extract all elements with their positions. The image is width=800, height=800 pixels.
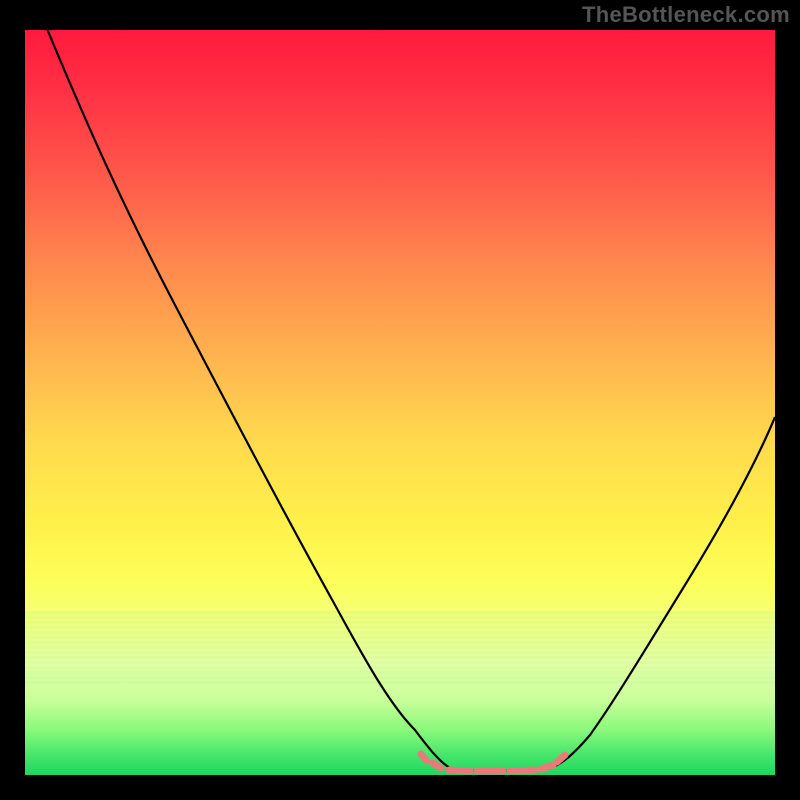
valley-dot <box>449 770 470 771</box>
curve-svg <box>25 30 775 775</box>
plot-area <box>25 30 775 775</box>
valley-dot <box>541 765 553 769</box>
bottleneck-curve <box>48 30 776 771</box>
chart-container: TheBottleneck.com <box>0 0 800 800</box>
valley-dot <box>433 763 441 768</box>
watermark-text: TheBottleneck.com <box>582 2 790 28</box>
valley-dot <box>510 770 535 771</box>
valley-dot <box>421 754 427 761</box>
